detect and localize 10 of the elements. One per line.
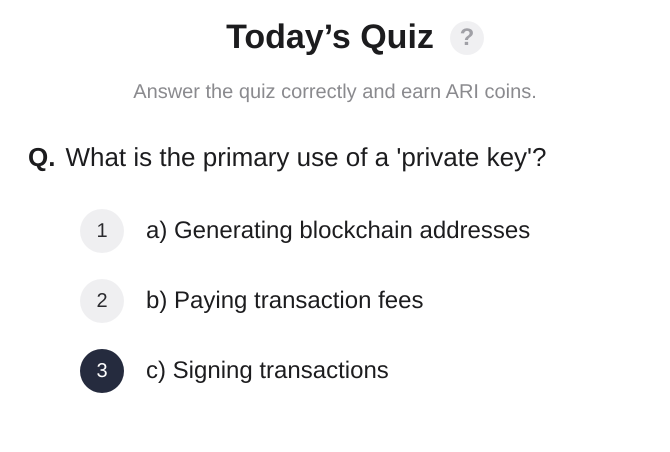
quiz-subtitle: Answer the quiz correctly and earn ARI coins.	[132, 81, 538, 104]
option-number[interactable]: 3	[80, 349, 124, 393]
option-number[interactable]: 1	[80, 209, 124, 253]
quiz-title: Today’s Quiz	[226, 18, 434, 57]
option-number[interactable]: 2	[80, 279, 124, 323]
question-text: What is the primary use of a 'private key'?	[65, 142, 546, 173]
option-label[interactable]: a) Generating blockchain addresses	[146, 217, 530, 245]
option-label[interactable]: c) Signing transactions	[146, 357, 389, 385]
option-label[interactable]: b) Paying transaction fees	[146, 287, 424, 315]
question-prefix: Q.	[28, 142, 56, 173]
